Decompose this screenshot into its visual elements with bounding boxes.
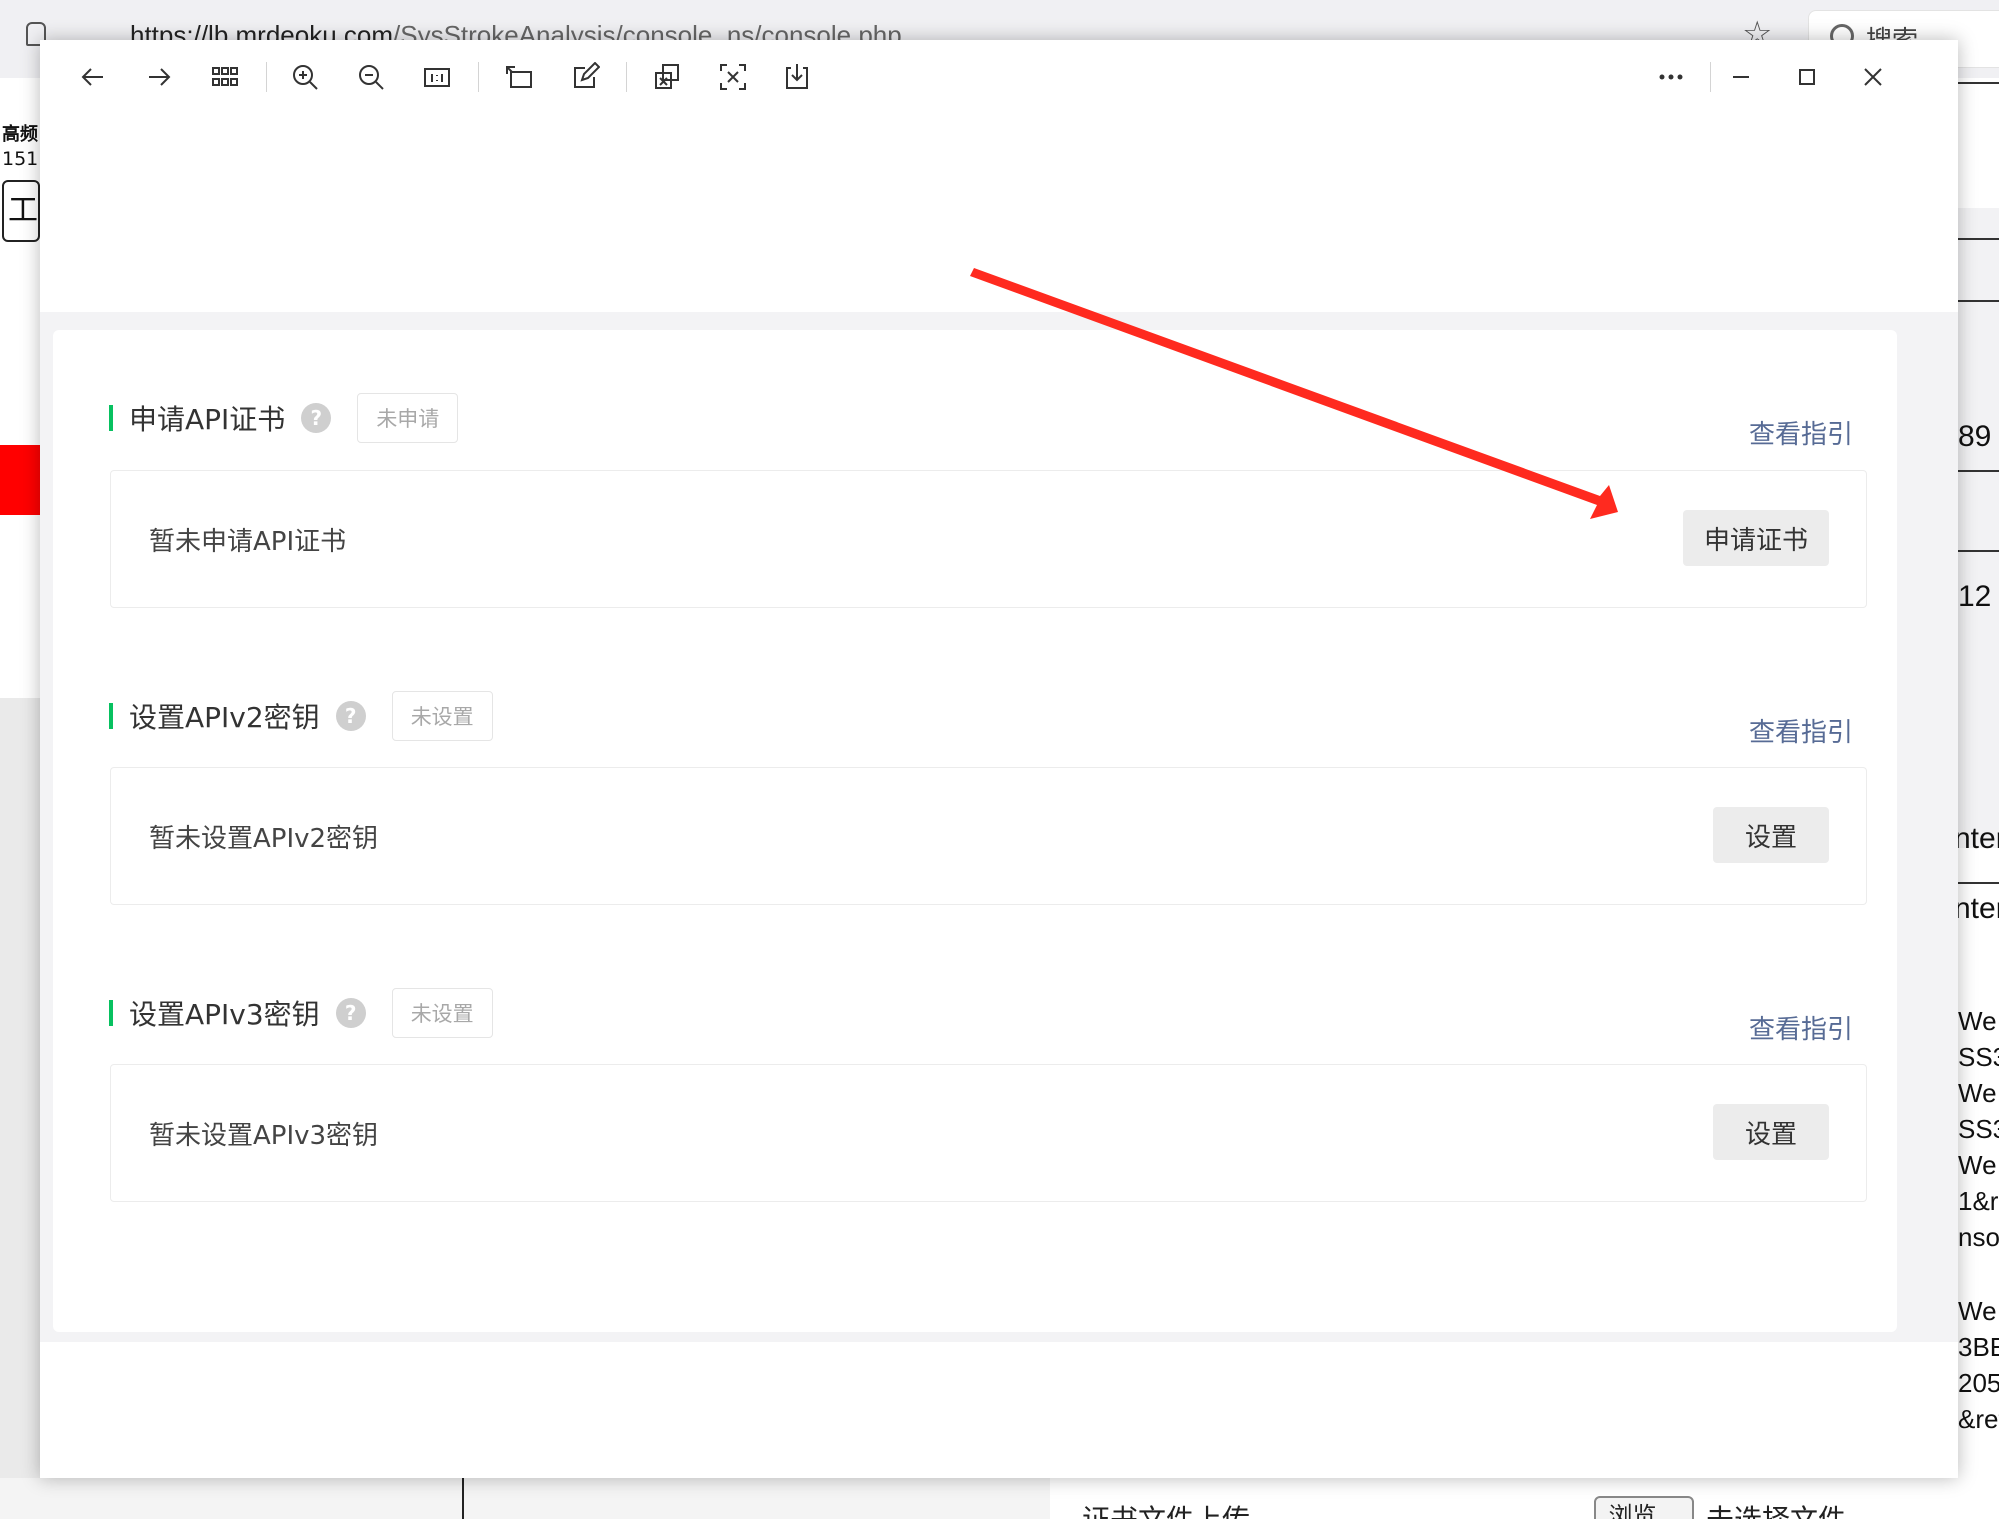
set-apiv2-button[interactable]: 设置	[1713, 807, 1829, 863]
section-box-text: 暂未设置APIv3密钥	[149, 1121, 379, 1151]
gallery-button[interactable]	[202, 54, 248, 100]
background-right-fragment: nsol	[1958, 1222, 1999, 1252]
close-icon	[1864, 68, 1882, 86]
viewer-toolbar	[40, 40, 1958, 114]
zoom-in-button[interactable]	[282, 54, 328, 100]
toolbar-separator	[1710, 62, 1711, 92]
minimize-icon	[1733, 76, 1749, 78]
section-accent-bar	[109, 405, 113, 431]
view-guide-link[interactable]: 查看指引	[1749, 414, 1853, 451]
divider	[1958, 238, 1999, 240]
background-right-fragment: We	[1958, 1006, 1997, 1036]
section-box-apiv3-key: 暂未设置APIv3密钥 设置	[110, 1064, 1867, 1202]
background-red-block	[0, 445, 40, 515]
save-button[interactable]	[774, 54, 820, 100]
edit-button[interactable]	[562, 54, 608, 100]
divider	[1958, 550, 1999, 552]
toolbar-separator	[266, 62, 267, 92]
section-title-text: 申请API证书	[129, 403, 286, 436]
background-right-gray	[1958, 208, 1999, 848]
background-right-fragment: 205	[1958, 1368, 1999, 1398]
actual-size-icon	[424, 68, 450, 87]
forward-button[interactable]	[136, 54, 182, 100]
more-icon	[1659, 74, 1683, 80]
background-right-fragment: We	[1958, 1296, 1997, 1326]
divider	[1958, 470, 1999, 472]
image-viewer-window: 申请API证书 ? 未申请 查看指引 暂未申请API证书 申请证书 设置APIv…	[40, 40, 1958, 1478]
section-title-apiv3-key: 设置APIv3密钥 ? 未设置	[109, 988, 493, 1038]
copy-icon	[655, 64, 679, 89]
background-right-fragment: We	[1958, 1078, 1997, 1108]
status-badge: 未申请	[357, 393, 459, 443]
background-left-page	[0, 78, 40, 699]
section-title-apiv2-key: 设置APIv2密钥 ? 未设置	[109, 691, 493, 741]
extract-text-button[interactable]	[710, 54, 756, 100]
background-right-fragment: nter	[1958, 892, 1999, 925]
toolbar-separator	[478, 62, 479, 92]
maximize-button[interactable]	[1784, 54, 1830, 100]
background-right-fragment: &ret	[1958, 1404, 1999, 1434]
certificate-upload-label: 证书文件上传	[1082, 1498, 1250, 1519]
image-content: 申请API证书 ? 未申请 查看指引 暂未申请API证书 申请证书 设置APIv…	[40, 114, 1958, 1478]
section-box-api-certificate: 暂未申请API证书 申请证书	[110, 470, 1867, 608]
background-right-fragment: 1&r	[1958, 1186, 1999, 1216]
no-file-selected-text: 未选择文件。	[1706, 1498, 1874, 1519]
help-icon[interactable]: ?	[335, 998, 366, 1028]
zoom-out-icon	[359, 65, 384, 90]
background-right-fragment: SS3	[1958, 1114, 1999, 1144]
background-left-number: 151	[2, 148, 39, 170]
download-icon	[786, 64, 808, 89]
view-guide-link[interactable]: 查看指引	[1749, 1009, 1853, 1046]
arrow-left-icon	[81, 68, 103, 86]
section-title-text: 设置APIv2密钥	[129, 701, 320, 734]
section-title-api-certificate: 申请API证书 ? 未申请	[109, 393, 459, 443]
section-box-text: 暂未申请API证书	[149, 527, 347, 557]
zoom-out-button[interactable]	[348, 54, 394, 100]
page-header-area	[40, 114, 1958, 312]
background-right-fragment: 89	[1958, 420, 1992, 453]
section-accent-bar	[109, 703, 113, 729]
help-icon[interactable]: ?	[301, 403, 332, 433]
more-button[interactable]	[1648, 54, 1694, 100]
section-box-apiv2-key: 暂未设置APIv2密钥 设置	[110, 767, 1867, 905]
zoom-in-icon	[293, 65, 318, 90]
view-guide-link[interactable]: 查看指引	[1749, 712, 1853, 749]
background-right-page: 89 12 nter nter We SS3 We SS3 We 1&r nso…	[1958, 78, 1999, 1478]
rotate-button[interactable]	[496, 54, 542, 100]
grid-icon	[212, 67, 238, 86]
divider	[1958, 882, 1999, 884]
section-box-text: 暂未设置APIv2密钥	[149, 824, 379, 854]
apply-certificate-button[interactable]: 申请证书	[1683, 510, 1829, 566]
section-accent-bar	[109, 1000, 113, 1026]
status-badge: 未设置	[391, 988, 493, 1038]
set-apiv3-button[interactable]: 设置	[1713, 1104, 1829, 1160]
copy-button[interactable]	[644, 54, 690, 100]
rotate-icon	[506, 66, 532, 88]
background-right-fragment: 3BE	[1958, 1332, 1999, 1362]
maximize-icon	[1799, 69, 1815, 85]
divider	[1958, 82, 1999, 84]
background-left-text: 高频	[2, 124, 38, 145]
api-security-card: 申请API证书 ? 未申请 查看指引 暂未申请API证书 申请证书 设置APIv…	[53, 330, 1897, 1332]
actual-size-button[interactable]	[414, 54, 460, 100]
close-button[interactable]	[1850, 54, 1896, 100]
background-right-fragment: SS3	[1958, 1042, 1999, 1072]
background-left-gray	[0, 698, 40, 1519]
edit-icon	[574, 62, 600, 88]
status-badge: 未设置	[391, 691, 493, 741]
back-button[interactable]	[70, 54, 116, 100]
background-right-fragment: We	[1958, 1150, 1997, 1180]
background-right-fragment: 12	[1958, 580, 1992, 613]
toolbar-separator	[626, 62, 627, 92]
browse-button[interactable]: 浏览...	[1594, 1496, 1694, 1519]
scan-text-icon	[720, 64, 746, 90]
section-title-text: 设置APIv3密钥	[129, 998, 320, 1031]
background-right-fragment: nter	[1958, 822, 1999, 855]
divider	[1958, 300, 1999, 302]
minimize-button[interactable]	[1718, 54, 1764, 100]
background-left-button[interactable]: 工	[2, 180, 40, 242]
arrow-right-icon	[149, 68, 171, 86]
divider	[462, 1478, 464, 1519]
help-icon[interactable]: ?	[335, 701, 366, 731]
